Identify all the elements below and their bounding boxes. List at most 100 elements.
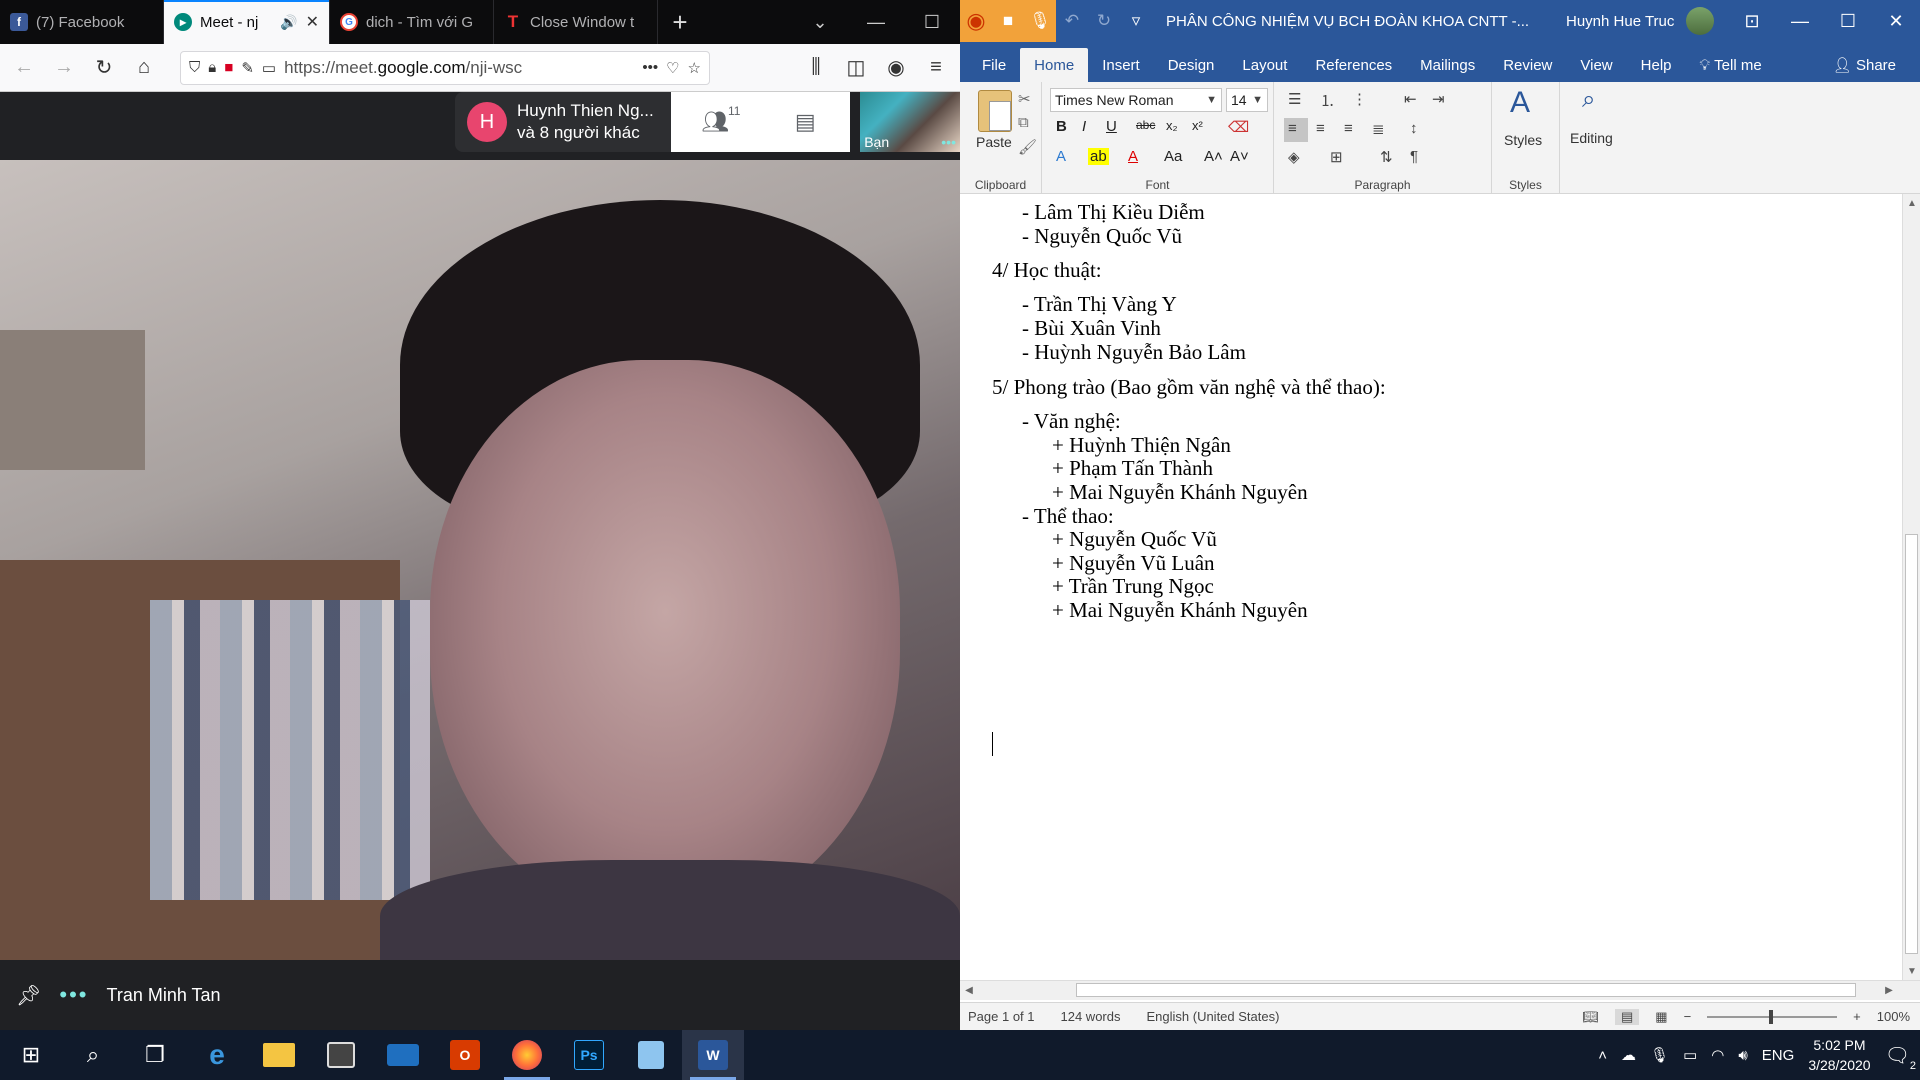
justify-icon[interactable]: ≣ bbox=[1372, 120, 1385, 138]
tab-file[interactable]: File bbox=[968, 48, 1020, 82]
web-layout-icon[interactable]: ▦ bbox=[1655, 1009, 1667, 1025]
tab-mailings[interactable]: Mailings bbox=[1406, 48, 1489, 82]
reload-icon[interactable]: ↻ bbox=[86, 50, 122, 86]
chevron-down-icon[interactable]: ⌄ bbox=[792, 0, 848, 44]
microphone-icon[interactable]: ✎ bbox=[241, 59, 254, 77]
font-name-select[interactable]: Times New Roman ▼ bbox=[1050, 88, 1222, 112]
box-app-button[interactable] bbox=[620, 1030, 682, 1080]
scroll-right-icon[interactable]: ▶ bbox=[1880, 981, 1898, 999]
zoom-level[interactable]: 100% bbox=[1877, 1009, 1910, 1024]
italic-icon[interactable]: I bbox=[1082, 118, 1086, 135]
participants-chip[interactable]: H Huynh Thien Ng... và 8 người khác bbox=[455, 92, 671, 152]
task-view-button[interactable]: ❐ bbox=[124, 1030, 186, 1080]
customize-qat-icon[interactable]: ▿ bbox=[1120, 0, 1152, 42]
participant-video[interactable] bbox=[0, 160, 960, 960]
page-count[interactable]: Page 1 of 1 bbox=[968, 1009, 1035, 1024]
share-button[interactable]: 👤︎ Share bbox=[1819, 48, 1910, 82]
read-mode-icon[interactable]: 📖︎ bbox=[1582, 1009, 1599, 1025]
store-button[interactable] bbox=[310, 1030, 372, 1080]
strikethrough-icon[interactable]: abc bbox=[1136, 118, 1155, 132]
search-button[interactable]: ⌕ bbox=[62, 1030, 124, 1080]
text-effects-icon[interactable]: A bbox=[1056, 148, 1066, 165]
tab-home[interactable]: Home bbox=[1020, 48, 1089, 82]
underline-icon[interactable]: U bbox=[1106, 118, 1117, 135]
onedrive-icon[interactable]: ☁ bbox=[1621, 1046, 1636, 1064]
horizontal-scrollbar[interactable]: ◀ ▶ bbox=[960, 980, 1920, 1000]
close-icon[interactable]: ✕ bbox=[1872, 11, 1920, 32]
styles-icon[interactable]: A bbox=[1510, 86, 1530, 120]
pocket-icon[interactable]: ♡ bbox=[666, 59, 679, 77]
new-tab-button[interactable]: + bbox=[658, 0, 702, 44]
start-button[interactable]: ⊞ bbox=[0, 1030, 62, 1080]
grow-font-icon[interactable]: A˄ bbox=[1204, 148, 1223, 165]
notification-button[interactable]: 🗨︎ 2 bbox=[1885, 1043, 1916, 1072]
account-icon[interactable]: ◉ bbox=[878, 50, 914, 86]
tab-google-search[interactable]: G dich - Tìm với G bbox=[330, 0, 494, 44]
scroll-thumb[interactable] bbox=[1905, 534, 1918, 954]
zoom-out-icon[interactable]: − bbox=[1684, 1009, 1692, 1024]
back-icon[interactable]: ← bbox=[6, 50, 42, 86]
tab-facebook[interactable]: f (7) Facebook bbox=[0, 0, 164, 44]
pin-icon[interactable]: 📌︎ bbox=[16, 983, 41, 1008]
chevron-up-icon[interactable]: ˄ bbox=[1598, 1047, 1607, 1064]
font-size-select[interactable]: 14 ▼ bbox=[1226, 88, 1268, 112]
tab-view[interactable]: View bbox=[1566, 48, 1626, 82]
maximize-icon[interactable]: ☐ bbox=[1824, 11, 1872, 32]
minimize-icon[interactable]: — bbox=[848, 0, 904, 44]
numbering-icon[interactable]: ⒈ bbox=[1320, 90, 1335, 111]
redo-icon[interactable]: ↻ bbox=[1088, 0, 1120, 42]
search-icon[interactable]: ⌕ bbox=[1582, 86, 1595, 114]
paste-icon[interactable] bbox=[978, 90, 1012, 132]
vertical-scrollbar[interactable]: ▲ ▼ bbox=[1902, 194, 1920, 980]
scroll-down-icon[interactable]: ▼ bbox=[1903, 962, 1920, 980]
forward-icon[interactable]: → bbox=[46, 50, 82, 86]
shrink-font-icon[interactable]: A˅ bbox=[1230, 148, 1249, 165]
decrease-indent-icon[interactable]: ⇤ bbox=[1404, 90, 1417, 108]
sort-icon[interactable]: ⇅ bbox=[1380, 148, 1393, 166]
highlight-icon[interactable]: ab bbox=[1088, 148, 1109, 165]
photoshop-button[interactable]: Ps bbox=[558, 1030, 620, 1080]
font-color-icon[interactable]: A bbox=[1128, 148, 1138, 165]
tab-design[interactable]: Design bbox=[1154, 48, 1229, 82]
borders-icon[interactable]: ⊞ bbox=[1330, 148, 1343, 166]
paste-button[interactable]: Paste bbox=[976, 134, 1012, 150]
battery-icon[interactable]: ▭ bbox=[1683, 1046, 1697, 1064]
tab-help[interactable]: Help bbox=[1627, 48, 1686, 82]
clock[interactable]: 5:02 PM 3/28/2020 bbox=[1808, 1035, 1870, 1075]
file-explorer-button[interactable] bbox=[248, 1030, 310, 1080]
self-preview[interactable]: Bạn ••• bbox=[860, 92, 960, 152]
input-language[interactable]: ENG bbox=[1762, 1047, 1795, 1064]
ribbon-display-icon[interactable]: ⊡ bbox=[1728, 11, 1776, 32]
microphone-icon[interactable]: 🎙︎ bbox=[1650, 1046, 1669, 1064]
more-options-icon[interactable]: ••• bbox=[941, 134, 956, 150]
office-button[interactable]: O bbox=[434, 1030, 496, 1080]
speaker-icon[interactable]: 🔊 bbox=[280, 14, 297, 31]
print-layout-icon[interactable]: ▤ bbox=[1614, 1008, 1640, 1025]
shading-icon[interactable]: ◈ bbox=[1288, 148, 1300, 166]
editing-button[interactable]: Editing bbox=[1570, 130, 1613, 146]
word-count[interactable]: 124 words bbox=[1061, 1009, 1121, 1024]
line-spacing-icon[interactable]: ↕ bbox=[1410, 120, 1418, 137]
tab-review[interactable]: Review bbox=[1489, 48, 1566, 82]
chat-button[interactable]: ▤ bbox=[760, 92, 850, 152]
cut-icon[interactable]: ✂ bbox=[1018, 90, 1031, 108]
scroll-left-icon[interactable]: ◀ bbox=[960, 981, 978, 999]
notification-icon[interactable]: ▭ bbox=[262, 59, 276, 77]
user-name[interactable]: Huynh Hue Truc bbox=[1566, 13, 1674, 30]
align-left-icon[interactable]: ≡ bbox=[1288, 120, 1297, 137]
document-canvas[interactable]: - Lâm Thị Kiều Diễm - Nguyễn Quốc Vũ 4/ … bbox=[960, 194, 1902, 962]
align-right-icon[interactable]: ≡ bbox=[1344, 120, 1353, 137]
clear-format-icon[interactable]: ⌫ bbox=[1228, 118, 1249, 136]
styles-button[interactable]: Styles bbox=[1504, 132, 1542, 148]
more-options-icon[interactable]: ••• bbox=[59, 982, 88, 1008]
word-button[interactable]: W bbox=[682, 1030, 744, 1080]
increase-indent-icon[interactable]: ⇥ bbox=[1432, 90, 1445, 108]
camera-icon[interactable]: ■ bbox=[992, 0, 1024, 42]
tab-layout[interactable]: Layout bbox=[1228, 48, 1301, 82]
sidebar-icon[interactable]: ◫ bbox=[838, 50, 874, 86]
more-icon[interactable]: ••• bbox=[642, 59, 658, 76]
bullets-icon[interactable]: ☰ bbox=[1288, 90, 1301, 108]
undo-icon[interactable]: ↶ bbox=[1056, 0, 1088, 42]
tell-me-box[interactable]: 💡︎ Tell me bbox=[1686, 48, 1776, 82]
align-center-icon[interactable]: ≡ bbox=[1316, 120, 1325, 137]
